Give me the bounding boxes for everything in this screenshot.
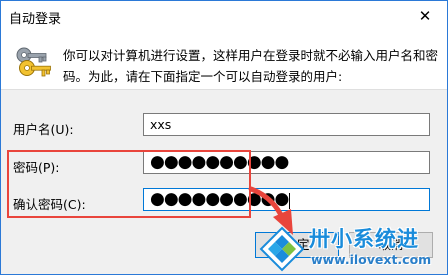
password-value: ●●●●●●●●●● bbox=[150, 152, 289, 172]
username-input[interactable]: xxs bbox=[143, 113, 430, 136]
description-text: 你可以对计算机进行设置，这样用户在登录时就不必输入用户名和密码。为此，请在下面指… bbox=[63, 48, 439, 84]
ok-button[interactable]: 确定 bbox=[255, 232, 339, 258]
username-label: 用户名(U): bbox=[13, 122, 74, 137]
confirm-password-value: ●●●●●●●●●● bbox=[150, 189, 289, 209]
cancel-button[interactable]: 取消 bbox=[349, 232, 433, 258]
description-panel: 你可以对计算机进行设置，这样用户在登录时就不必输入用户名和密码。为此，请在下面指… bbox=[1, 32, 447, 88]
keys-icon bbox=[16, 47, 51, 77]
password-label: 密码(P): bbox=[13, 160, 60, 175]
confirm-password-input[interactable]: ●●●●●●●●●● bbox=[143, 188, 430, 211]
confirm-password-label: 确认密码(C): bbox=[13, 197, 86, 212]
title-bar: 自动登录 ✕ bbox=[1, 1, 447, 31]
password-input[interactable]: ●●●●●●●●●● bbox=[143, 151, 430, 174]
window-title: 自动登录 bbox=[9, 12, 62, 27]
close-icon[interactable]: ✕ bbox=[403, 1, 447, 31]
text-caret bbox=[289, 192, 291, 209]
auto-login-dialog: 自动登录 ✕ 你可以对计算机进行设置，这样用户在登录时就不必输入用户名和密码。为… bbox=[0, 0, 448, 275]
